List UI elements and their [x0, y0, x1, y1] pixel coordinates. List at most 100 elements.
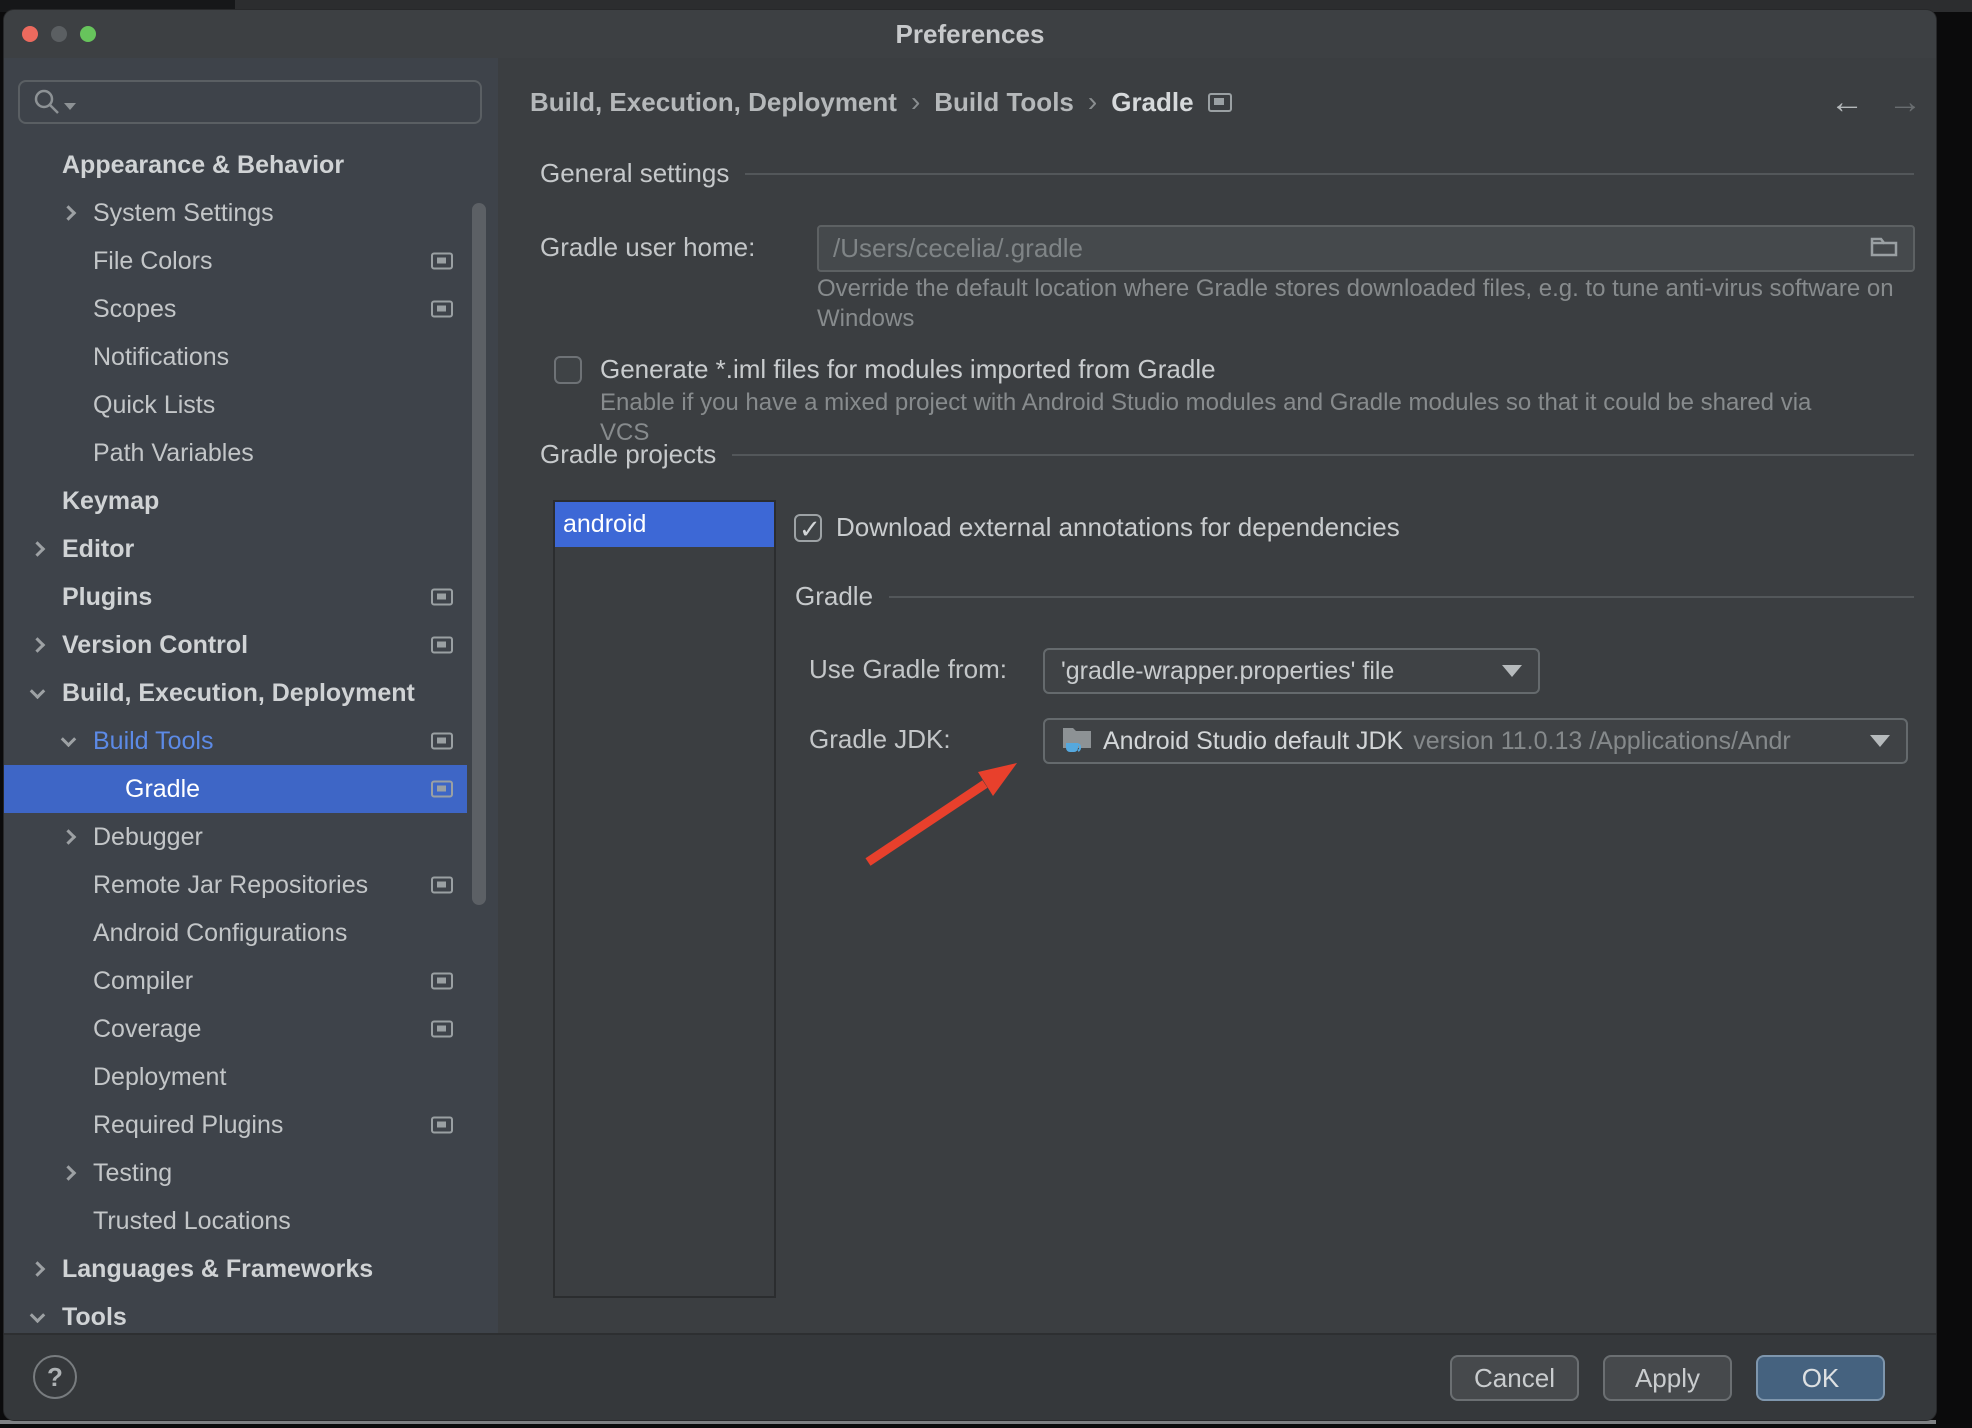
sidebar-item-quick-lists[interactable]: Quick Lists [4, 381, 467, 429]
chevron-right-icon[interactable] [61, 1165, 77, 1181]
sidebar-item-system-settings[interactable]: System Settings [4, 189, 467, 237]
breadcrumb-item-gradle[interactable]: Gradle [1111, 87, 1193, 118]
apply-button[interactable]: Apply [1603, 1355, 1732, 1401]
breadcrumb-separator: › [911, 86, 920, 118]
gradle-user-home-label: Gradle user home: [540, 232, 755, 263]
sidebar-item-label: Gradle [125, 775, 200, 804]
sidebar-item-file-colors[interactable]: File Colors [4, 237, 467, 285]
ok-button[interactable]: OK [1756, 1355, 1885, 1401]
chevron-right-icon[interactable] [30, 637, 46, 653]
gradle-projects-title: Gradle projects [540, 439, 716, 470]
download-annotations-label: Download external annotations for depend… [836, 512, 1400, 543]
gradle-jdk-label: Gradle JDK: [809, 724, 951, 755]
use-gradle-from-dropdown[interactable]: 'gradle-wrapper.properties' file [1043, 648, 1540, 694]
breadcrumb: Build, Execution, Deployment › Build Tools… [530, 78, 1232, 126]
sidebar-item-trusted-locations[interactable]: Trusted Locations [4, 1197, 467, 1245]
sidebar-item-label: Plugins [62, 583, 152, 612]
breadcrumb-item-build-execution-deployment[interactable]: Build, Execution, Deployment [530, 87, 897, 118]
open-in-window-icon [431, 973, 453, 990]
settings-sidebar: Appearance & Behavior System Settings File… [4, 58, 498, 1333]
sidebar-item-keymap[interactable]: Keymap [4, 477, 467, 525]
chevron-down-icon[interactable] [30, 1308, 46, 1324]
general-settings-header: General settings [540, 158, 1914, 189]
open-in-window-icon [431, 589, 453, 606]
sidebar-item-version-control[interactable]: Version Control [4, 621, 467, 669]
sidebar-item-remote-jar-repositories[interactable]: Remote Jar Repositories [4, 861, 467, 909]
sidebar-item-label: Deployment [93, 1063, 226, 1092]
gradle-jdk-dropdown[interactable]: Android Studio default JDK version 11.0.… [1043, 718, 1908, 764]
open-in-window-icon [431, 877, 453, 894]
sidebar-item-build-tools[interactable]: Build Tools [4, 717, 467, 765]
open-in-window-icon [431, 637, 453, 654]
gradle-projects-list: android [553, 500, 776, 1298]
sidebar-item-label: Android Configurations [93, 919, 347, 948]
sidebar-item-gradle[interactable]: Gradle [4, 765, 467, 813]
sidebar-item-label: Version Control [62, 631, 248, 660]
dropdown-caret-icon [1502, 665, 1522, 677]
sidebar-item-testing[interactable]: Testing [4, 1149, 467, 1197]
generate-iml-checkbox[interactable] [554, 356, 582, 384]
open-in-window-icon [431, 253, 453, 270]
sidebar-item-label: Debugger [93, 823, 203, 852]
preferences-dialog: Preferences Appearance & Behavior System … [4, 10, 1936, 1420]
browse-folder-icon[interactable] [1869, 233, 1899, 264]
cancel-button[interactable]: Cancel [1450, 1355, 1579, 1401]
help-button[interactable]: ? [33, 1355, 77, 1399]
sidebar-scrollbar[interactable] [472, 203, 486, 905]
sidebar-item-build-execution-deployment[interactable]: Build, Execution, Deployment [4, 669, 467, 717]
chevron-right-icon[interactable] [61, 205, 77, 221]
dropdown-caret-icon [1870, 735, 1890, 747]
titlebar: Preferences [4, 10, 1936, 58]
red-annotation-arrow [844, 750, 1034, 880]
screen-bottom-edge [0, 1420, 1936, 1424]
footer-buttons: Cancel Apply OK [1450, 1355, 1885, 1401]
sidebar-item-coverage[interactable]: Coverage [4, 1005, 467, 1053]
download-annotations-checkbox[interactable] [794, 514, 822, 542]
chevron-right-icon[interactable] [30, 541, 46, 557]
gradle-user-home-input[interactable] [833, 233, 1869, 264]
sidebar-item-tools[interactable]: Tools [4, 1293, 467, 1333]
sidebar-item-label: Scopes [93, 295, 176, 324]
sidebar-item-label: Keymap [62, 487, 159, 516]
chevron-down-icon[interactable] [61, 732, 77, 748]
gradle-user-home-hint: Override the default location where Grad… [817, 274, 1936, 334]
generate-iml-label: Generate *.iml files for modules importe… [600, 354, 1216, 385]
jdk-folder-icon [1061, 723, 1093, 760]
sidebar-item-label: Remote Jar Repositories [93, 871, 368, 900]
back-arrow-icon[interactable]: ← [1830, 83, 1864, 122]
sidebar-item-editor[interactable]: Editor [4, 525, 467, 573]
open-in-window-icon [431, 781, 453, 798]
forward-arrow-icon[interactable]: → [1888, 83, 1922, 122]
gradle-jdk-detail: version 11.0.13 /Applications/Andr [1413, 727, 1791, 756]
sidebar-item-notifications[interactable]: Notifications [4, 333, 467, 381]
sidebar-item-required-plugins[interactable]: Required Plugins [4, 1101, 467, 1149]
sidebar-item-scopes[interactable]: Scopes [4, 285, 467, 333]
sidebar-item-label: Path Variables [93, 439, 254, 468]
sidebar-item-plugins[interactable]: Plugins [4, 573, 467, 621]
general-settings-title: General settings [540, 158, 729, 189]
gradle-projects-header: Gradle projects [540, 439, 1914, 470]
gradle-subsection-header: Gradle [795, 581, 1914, 612]
sidebar-item-label: Notifications [93, 343, 229, 372]
chevron-down-icon[interactable] [30, 684, 46, 700]
settings-search-box[interactable] [18, 80, 482, 124]
sidebar-item-label: Build, Execution, Deployment [62, 679, 415, 708]
sidebar-item-languages-frameworks[interactable]: Languages & Frameworks [4, 1245, 467, 1293]
use-gradle-from-label: Use Gradle from: [809, 654, 1007, 685]
sidebar-item-label: System Settings [93, 199, 274, 228]
sidebar-item-appearance-behavior[interactable]: Appearance & Behavior [4, 141, 467, 189]
open-in-window-icon [431, 733, 453, 750]
chevron-right-icon[interactable] [30, 1261, 46, 1277]
sidebar-item-debugger[interactable]: Debugger [4, 813, 467, 861]
sidebar-item-deployment[interactable]: Deployment [4, 1053, 467, 1101]
search-options-caret-icon[interactable] [64, 103, 76, 110]
sidebar-item-label: Testing [93, 1159, 172, 1188]
sidebar-item-compiler[interactable]: Compiler [4, 957, 467, 1005]
breadcrumb-item-build-tools[interactable]: Build Tools [934, 87, 1074, 118]
project-list-item-android[interactable]: android [555, 502, 774, 547]
sidebar-item-android-configurations[interactable]: Android Configurations [4, 909, 467, 957]
sidebar-item-label: Tools [62, 1303, 127, 1332]
sidebar-item-path-variables[interactable]: Path Variables [4, 429, 467, 477]
chevron-right-icon[interactable] [61, 829, 77, 845]
search-input[interactable] [84, 88, 480, 116]
